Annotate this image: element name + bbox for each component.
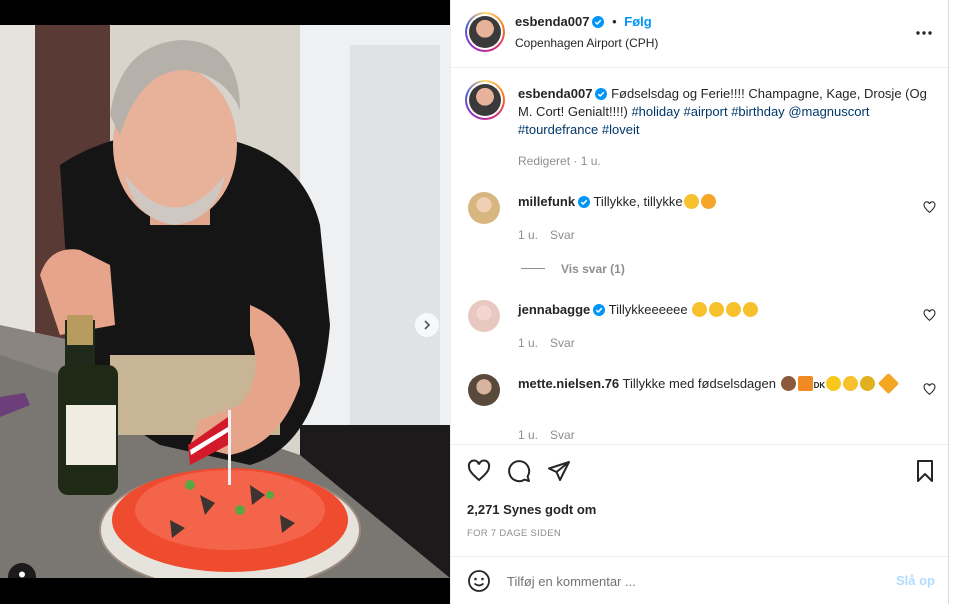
- heart-icon[interactable]: [467, 459, 491, 483]
- commenter-avatar[interactable]: [468, 374, 500, 406]
- reply-button[interactable]: Svar: [550, 336, 575, 350]
- view-replies-button[interactable]: Vis svar (1): [521, 262, 625, 276]
- caption-time[interactable]: 1 u.: [581, 154, 601, 168]
- caption-avatar[interactable]: [465, 80, 505, 120]
- replies-divider: [521, 268, 545, 269]
- share-icon[interactable]: [547, 459, 571, 483]
- sunflower-icon: [860, 376, 876, 391]
- post-location[interactable]: Copenhagen Airport (CPH): [515, 36, 658, 50]
- sun-icon: [826, 376, 842, 391]
- commenter-avatar[interactable]: [468, 192, 500, 224]
- post-side-panel: esbenda007 • Følg Copenhagen Airport (CP…: [450, 0, 949, 604]
- photo-illustration: [0, 25, 450, 578]
- more-icon: [916, 31, 932, 35]
- comment-input[interactable]: [507, 571, 887, 591]
- hashtag-link[interactable]: #loveit: [602, 122, 640, 137]
- post-photo[interactable]: [0, 25, 450, 578]
- carousel-next-button[interactable]: [415, 313, 439, 337]
- mention-link[interactable]: @magnuscort: [788, 104, 869, 119]
- hashtag-link[interactable]: #tourdefrance: [518, 122, 598, 137]
- partying-face-icon: [743, 302, 759, 317]
- follow-button[interactable]: Følg: [624, 14, 651, 29]
- post-header: esbenda007 • Følg Copenhagen Airport (CP…: [451, 0, 949, 68]
- smiley-icon: [843, 376, 859, 391]
- like-comment-heart-icon[interactable]: [923, 309, 936, 322]
- partying-face-icon: [683, 194, 699, 209]
- partying-face-icon: [692, 302, 708, 317]
- user-tag-icon: [19, 571, 25, 578]
- comment-username[interactable]: jennabagge: [518, 302, 590, 317]
- author-username[interactable]: esbenda007: [515, 14, 589, 29]
- post-comment-button[interactable]: Slå op: [896, 573, 935, 588]
- add-comment-bar: Slå op: [451, 556, 949, 604]
- post-actions: 2,271 Synes godt om FOR 7 DAGE SIDEN: [451, 444, 949, 554]
- edited-label: Redigeret: [518, 154, 571, 168]
- comment-time[interactable]: 1 u.: [518, 228, 538, 242]
- partying-face-icon: [709, 302, 725, 317]
- comment-time[interactable]: 1 u.: [518, 428, 538, 442]
- verified-badge-icon: [592, 16, 605, 28]
- like-comment-heart-icon[interactable]: [923, 383, 936, 396]
- gift-icon: [797, 376, 813, 391]
- verified-badge-icon: [578, 196, 591, 208]
- reply-button[interactable]: Svar: [550, 428, 575, 442]
- comment-text: Tillykke, tillykke: [593, 194, 683, 209]
- hashtag-link[interactable]: #holiday: [631, 104, 679, 119]
- smiling-hearts-face-icon: [700, 194, 716, 209]
- emoji-icon[interactable]: [467, 569, 491, 593]
- bookmark-icon[interactable]: [913, 459, 937, 483]
- author-avatar[interactable]: [465, 12, 505, 52]
- scrollbar[interactable]: [948, 0, 953, 604]
- commenter-avatar[interactable]: [468, 300, 500, 332]
- comment-icon[interactable]: [507, 459, 531, 483]
- reply-button[interactable]: Svar: [550, 228, 575, 242]
- more-options-button[interactable]: [915, 24, 933, 39]
- caption-username[interactable]: esbenda007: [518, 86, 592, 101]
- comment-time[interactable]: 1 u.: [518, 336, 538, 350]
- like-comment-heart-icon[interactable]: [923, 201, 936, 214]
- flag-dk-icon: DK: [813, 381, 826, 390]
- dot-separator: •: [612, 14, 617, 29]
- chevron-right-icon: [424, 320, 431, 330]
- likes-count[interactable]: 2,271 Synes godt om: [467, 502, 596, 517]
- hashtag-link[interactable]: #airport: [684, 104, 728, 119]
- verified-badge-icon: [595, 88, 608, 100]
- hashtag-link[interactable]: #birthday: [731, 104, 784, 119]
- comment-text: Tillykkeeeeee: [608, 302, 688, 317]
- party-popper-icon: [877, 372, 899, 395]
- cake-icon: [780, 376, 796, 391]
- verified-badge-icon: [593, 304, 606, 316]
- comment-text: Tillykke med fødselsdagen: [622, 376, 776, 391]
- partying-face-icon: [726, 302, 742, 317]
- post-timestamp[interactable]: FOR 7 DAGE SIDEN: [467, 528, 561, 539]
- comment-username[interactable]: millefunk: [518, 194, 575, 209]
- comment-username[interactable]: mette.nielsen.76: [518, 376, 619, 391]
